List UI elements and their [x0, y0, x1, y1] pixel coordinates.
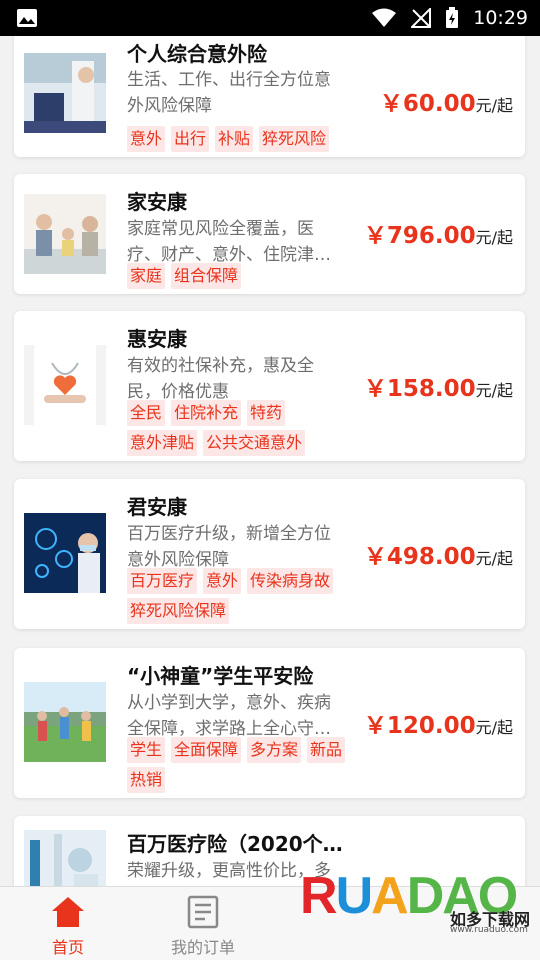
product-tags: 家庭 组合保障 [127, 263, 359, 289]
product-tag: 全面保障 [171, 737, 242, 763]
orders-icon [187, 895, 219, 929]
product-tag: 意外 [203, 568, 242, 594]
product-card[interactable]: 个人综合意外险 生活、工作、出行全方位意外风险保障 意外 出行 补贴 猝死风险 … [14, 36, 525, 157]
product-card[interactable]: 惠安康 有效的社保补充，惠及全民，价格优惠 全民 住院补充 特药 意外津贴 公共… [14, 311, 525, 461]
doctor-heart-photo-icon [24, 345, 106, 425]
nav-home-label: 首页 [51, 938, 84, 957]
product-description: 家庭常见风险全覆盖，医疗、财产、意外、住院津… [127, 219, 331, 265]
product-tag: 猝死风险 [259, 126, 330, 152]
product-price: ￥796.00 元/起 [364, 216, 513, 250]
product-tags: 百万医疗 意外 传染病身故 猝死风险保障 [127, 568, 359, 624]
product-tag: 组合保障 [171, 263, 242, 289]
price-amount: ￥498.00 [363, 544, 476, 570]
product-image [24, 682, 106, 762]
product-description: 百万医疗升级，新增全方位意外风险保障 [127, 524, 331, 570]
watermark: RUADAO 如多下载网 www.ruaduo.com [300, 866, 532, 956]
product-title: “小神童”学生平安险 [127, 664, 314, 688]
product-price: ￥158.00 元/起 [364, 369, 513, 403]
product-price: ￥498.00 元/起 [364, 537, 513, 571]
product-tag: 公共交通意外 [203, 430, 306, 456]
price-amount: ￥120.00 [363, 713, 476, 739]
medical-tech-photo-icon [24, 513, 106, 593]
product-title: 君安康 [127, 495, 187, 519]
price-unit: 元/起 [475, 228, 513, 247]
product-tag: 猝死风险保障 [127, 598, 230, 624]
wifi-icon [372, 8, 397, 27]
students-photo-icon [24, 682, 106, 762]
product-tag: 热销 [127, 767, 166, 793]
product-tags: 全民 住院补充 特药 意外津贴 公共交通意外 [127, 400, 359, 456]
product-price: ￥120.00 元/起 [364, 706, 513, 740]
product-tags: 意外 出行 补贴 猝死风险 [127, 126, 359, 152]
price-amount: ￥60.00 [379, 91, 476, 117]
product-tag: 特药 [247, 400, 286, 426]
price-unit: 元/起 [475, 96, 513, 115]
product-tag: 意外 [127, 126, 166, 152]
price-amount: ￥796.00 [363, 223, 476, 249]
product-card[interactable]: 君安康 百万医疗升级，新增全方位意外风险保障 百万医疗 意外 传染病身故 猝死风… [14, 479, 525, 629]
product-tag: 全民 [127, 400, 166, 426]
price-unit: 元/起 [475, 381, 513, 400]
worker-photo-icon [24, 53, 106, 133]
nav-orders[interactable]: 我的订单 [143, 887, 263, 960]
product-title: 百万医疗险（2020个… [127, 832, 343, 856]
product-tags: 学生 全面保障 多方案 新品 热销 [127, 737, 359, 793]
product-tag: 新品 [307, 737, 346, 763]
product-tag: 出行 [171, 126, 210, 152]
product-title: 家安康 [127, 190, 187, 214]
family-photo-icon [24, 194, 106, 274]
home-icon [52, 897, 84, 927]
product-image [24, 53, 106, 133]
price-unit: 元/起 [475, 549, 513, 568]
product-card[interactable]: “小神童”学生平安险 从小学到大学，意外、疾病全保障，求学路上全心守… 学生 全… [14, 648, 525, 798]
price-unit: 元/起 [475, 718, 513, 737]
product-tag: 学生 [127, 737, 166, 763]
product-tag: 意外津贴 [127, 430, 198, 456]
product-title: 个人综合意外险 [127, 42, 267, 66]
gallery-icon [17, 9, 37, 27]
battery-charging-icon [446, 7, 459, 28]
product-tag: 住院补充 [171, 400, 242, 426]
product-tag: 家庭 [127, 263, 166, 289]
product-description: 生活、工作、出行全方位意外风险保障 [127, 70, 331, 116]
product-tag: 百万医疗 [127, 568, 198, 594]
nav-home[interactable]: 首页 [8, 887, 128, 960]
product-tag: 多方案 [247, 737, 302, 763]
product-tag: 传染病身故 [247, 568, 334, 594]
product-image [24, 345, 106, 425]
product-price: ￥60.00 元/起 [380, 84, 513, 118]
product-image [24, 194, 106, 274]
lab-photo-icon [24, 830, 106, 886]
product-description: 从小学到大学，意外、疾病全保障，求学路上全心守… [127, 693, 331, 739]
product-description: 有效的社保补充，惠及全民，价格优惠 [127, 356, 314, 402]
price-amount: ￥158.00 [363, 376, 476, 402]
product-title: 惠安康 [127, 327, 187, 351]
product-card[interactable]: 家安康 家庭常见风险全覆盖，医疗、财产、意外、住院津… 家庭 组合保障 ￥796… [14, 174, 525, 294]
nav-orders-label: 我的订单 [170, 938, 235, 957]
product-image [24, 513, 106, 593]
status-bar: 10:29 [0, 0, 540, 36]
clock: 10:29 [473, 7, 528, 29]
product-tag: 补贴 [215, 126, 254, 152]
product-list[interactable]: 个人综合意外险 生活、工作、出行全方位意外风险保障 意外 出行 补贴 猝死风险 … [0, 36, 540, 886]
watermark-url: www.ruaduo.com [450, 925, 528, 935]
no-signal-icon [411, 8, 432, 28]
product-image [24, 830, 106, 886]
